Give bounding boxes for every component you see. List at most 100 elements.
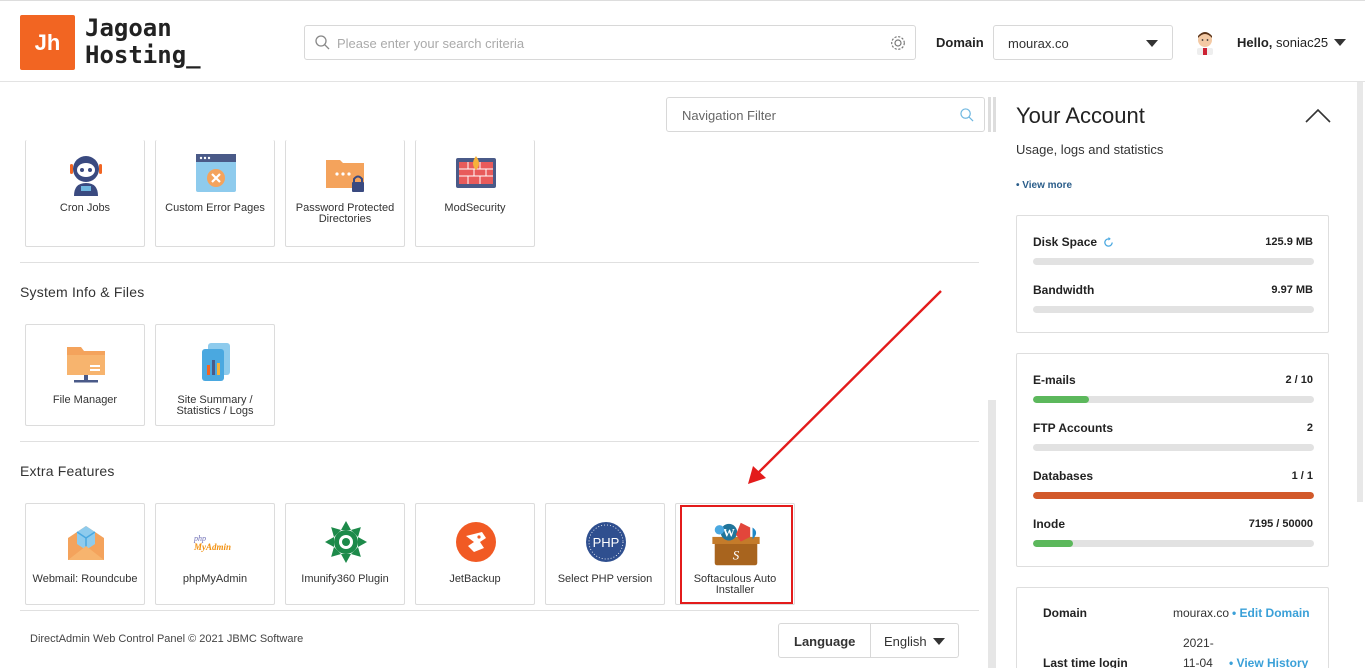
usage-bar bbox=[1033, 444, 1314, 451]
usage-bar bbox=[1033, 492, 1314, 499]
avatar[interactable] bbox=[1193, 29, 1217, 55]
stat-value: 9.97 MB bbox=[1271, 284, 1313, 296]
usage-card: Disk Space 125.9 MB Bandwidth 9.97 MB bbox=[1016, 215, 1329, 333]
search-icon bbox=[315, 35, 330, 50]
tile-site-summary[interactable]: Site Summary / Statistics / Logs bbox=[155, 324, 275, 426]
tile-file-manager[interactable]: File Manager bbox=[25, 324, 145, 426]
panel-resize-handle-2[interactable] bbox=[993, 97, 996, 132]
tile-password-protected-directories[interactable]: Password Protected Directories bbox=[285, 140, 405, 247]
navigation-filter[interactable] bbox=[666, 97, 985, 132]
refresh-icon[interactable] bbox=[1103, 237, 1114, 248]
page-scrollbar[interactable] bbox=[1357, 82, 1363, 502]
global-search[interactable] bbox=[304, 25, 916, 60]
divider bbox=[20, 610, 979, 611]
tile-label: Password Protected Directories bbox=[295, 202, 395, 225]
tile-imunify360-plugin[interactable]: Imunify360 Plugin bbox=[285, 503, 405, 605]
language-select[interactable]: Language English bbox=[778, 623, 959, 658]
language-label: Language bbox=[794, 634, 856, 649]
tile-label: Select PHP version bbox=[557, 573, 653, 585]
highlight-box bbox=[680, 505, 793, 604]
robot-icon bbox=[70, 156, 102, 196]
imunify-icon bbox=[325, 521, 367, 563]
statistics-icon bbox=[202, 343, 230, 381]
stat-value: 2 / 10 bbox=[1285, 374, 1313, 386]
domain-select[interactable]: mourax.co bbox=[993, 25, 1173, 60]
stat-name: Disk Space bbox=[1033, 235, 1114, 249]
gear-icon[interactable] bbox=[890, 35, 906, 51]
php-icon: PHP bbox=[586, 522, 626, 562]
stat-value: 125.9 MB bbox=[1265, 236, 1313, 248]
stat-name: Inode bbox=[1033, 517, 1065, 531]
phpmyadmin-icon: php MyAdmin bbox=[194, 534, 242, 552]
usage-bar bbox=[1033, 306, 1314, 313]
tile-label: Webmail: Roundcube bbox=[32, 573, 138, 585]
tile-modsecurity[interactable]: ModSecurity bbox=[415, 140, 535, 247]
chevron-down-icon bbox=[1146, 40, 1158, 47]
panel-resize-handle[interactable] bbox=[988, 97, 991, 132]
top-header: Jh Jagoan Hosting_ Domain mourax.co Hell… bbox=[0, 0, 1365, 82]
edit-domain-link[interactable]: • Edit Domain bbox=[1232, 606, 1310, 620]
tile-label: Imunify360 Plugin bbox=[301, 573, 389, 585]
domain-info-label: Domain bbox=[1043, 606, 1088, 620]
tile-label: Cron Jobs bbox=[59, 202, 111, 214]
search-input[interactable] bbox=[337, 32, 877, 54]
domain-label: Domain bbox=[936, 35, 984, 50]
logo-line-1: Jagoan bbox=[85, 14, 172, 42]
section-title-extra-features: Extra Features bbox=[20, 463, 115, 479]
last-login-date-line1: 2021- bbox=[1183, 636, 1214, 650]
user-greeting[interactable]: Hello, soniac25 bbox=[1237, 35, 1328, 50]
divider bbox=[20, 262, 979, 263]
phpmyadmin-logo-line2: MyAdmin bbox=[194, 542, 232, 552]
tile-select-php-version[interactable]: PHP Select PHP version bbox=[545, 503, 665, 605]
usage-bar-fill bbox=[1033, 396, 1090, 403]
usage-bar-fill bbox=[1033, 492, 1314, 499]
last-login-date-line2: 11-04 bbox=[1183, 656, 1213, 668]
webmail-icon bbox=[68, 526, 104, 560]
tile-jetbackup[interactable]: JetBackup bbox=[415, 503, 535, 605]
view-more-link[interactable]: • View more bbox=[1016, 180, 1072, 191]
logo-mark[interactable]: Jh bbox=[20, 15, 75, 70]
greeting-prefix: Hello, bbox=[1237, 35, 1273, 50]
user-menu-chevron-icon[interactable] bbox=[1334, 39, 1346, 46]
tile-custom-error-pages[interactable]: Custom Error Pages bbox=[155, 140, 275, 247]
domain-info-card: Domain mourax.co • Edit Domain 2021- Las… bbox=[1016, 587, 1329, 668]
folder-icon bbox=[67, 347, 105, 383]
stat-name: Bandwidth bbox=[1033, 283, 1095, 297]
tile-label: Site Summary / Statistics / Logs bbox=[176, 394, 254, 417]
footer-copyright: DirectAdmin Web Control Panel © 2021 JBM… bbox=[30, 633, 304, 645]
section-title-system-info: System Info & Files bbox=[20, 284, 145, 300]
tile-label: ModSecurity bbox=[444, 202, 506, 214]
chevron-down-icon bbox=[933, 638, 945, 645]
logo-text[interactable]: Jagoan Hosting_ bbox=[85, 15, 201, 69]
content-scrollbar[interactable] bbox=[988, 400, 996, 668]
firewall-icon bbox=[456, 156, 496, 188]
username: soniac25 bbox=[1276, 35, 1329, 50]
chevron-up-icon[interactable] bbox=[1305, 108, 1331, 124]
stat-name: E-mails bbox=[1033, 373, 1076, 387]
tile-webmail-roundcube[interactable]: Webmail: Roundcube bbox=[25, 503, 145, 605]
tile-label: phpMyAdmin bbox=[182, 573, 248, 585]
divider bbox=[20, 441, 979, 442]
stat-name: FTP Accounts bbox=[1033, 421, 1114, 435]
php-logo-text: PHP bbox=[593, 535, 620, 550]
language-divider bbox=[870, 624, 871, 657]
search-icon bbox=[960, 108, 974, 122]
locked-folder-icon bbox=[326, 160, 364, 192]
view-history-link[interactable]: • View History bbox=[1229, 656, 1308, 668]
tile-cron-jobs[interactable]: Cron Jobs bbox=[25, 140, 145, 247]
language-value: English bbox=[884, 634, 927, 649]
error-page-icon bbox=[196, 154, 236, 192]
stat-value: 1 / 1 bbox=[1291, 470, 1313, 482]
limits-card: E-mails 2 / 10 FTP Accounts 2 Databases … bbox=[1016, 353, 1329, 567]
jetbackup-icon bbox=[456, 522, 496, 562]
usage-bar-fill bbox=[1033, 540, 1074, 547]
navigation-filter-input[interactable] bbox=[682, 105, 942, 125]
account-title: Your Account bbox=[1016, 103, 1145, 128]
tile-phpmyadmin[interactable]: php MyAdmin phpMyAdmin bbox=[155, 503, 275, 605]
tile-label: JetBackup bbox=[449, 573, 501, 585]
account-subtitle: Usage, logs and statistics bbox=[1016, 142, 1164, 157]
last-login-label: Last time login bbox=[1043, 656, 1128, 668]
usage-bar bbox=[1033, 396, 1314, 403]
stat-label-disk-space: Disk Space bbox=[1033, 235, 1098, 249]
tile-label: Custom Error Pages bbox=[165, 202, 265, 214]
